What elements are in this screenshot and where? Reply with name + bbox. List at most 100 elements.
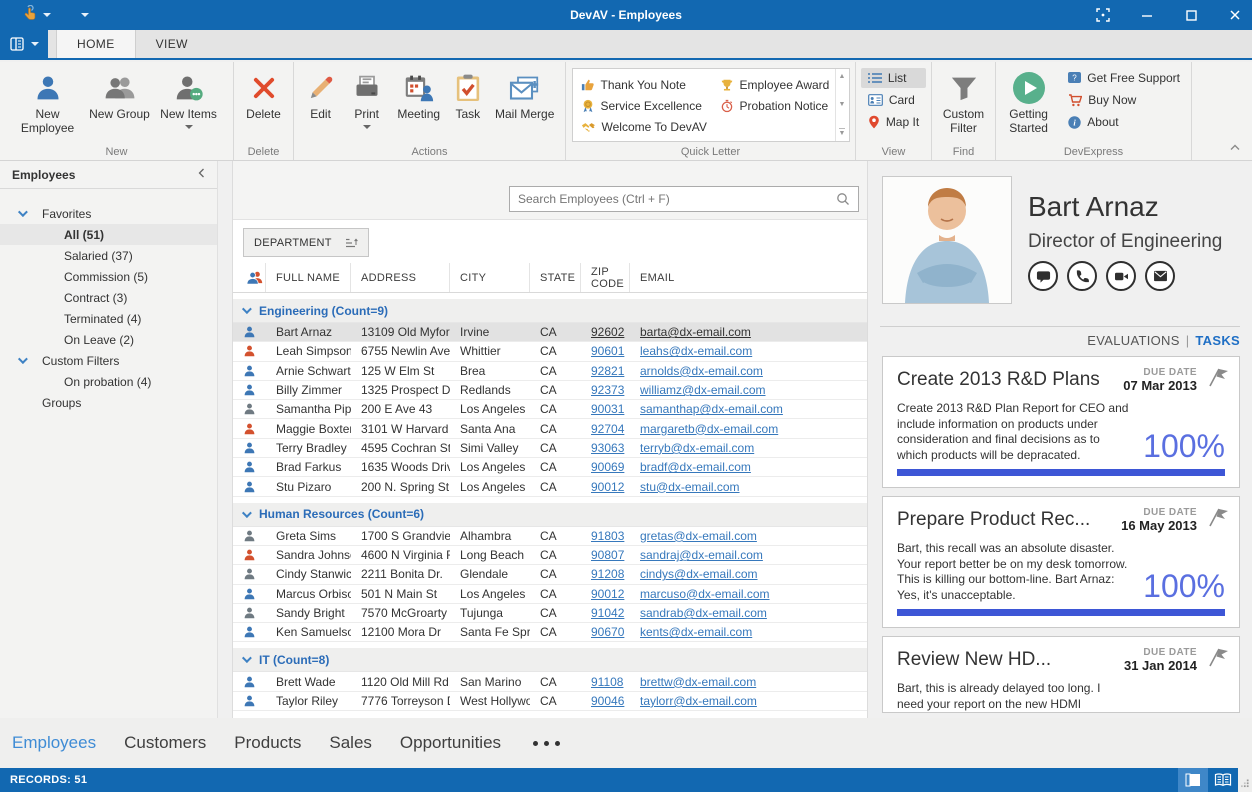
meeting-button[interactable]: Meeting	[390, 66, 447, 122]
column-header-zip-code[interactable]: ZIP CODE	[581, 263, 630, 292]
employee-row[interactable]: Stu Pizaro200 N. Spring StLos AngelesCA9…	[233, 477, 867, 496]
sidebar-item-all-51[interactable]: All (51)	[0, 224, 217, 245]
zip-link[interactable]: 90807	[591, 548, 624, 562]
email-link[interactable]: marcuso@dx-email.com	[640, 587, 770, 601]
sidebar-item-on-probation-4[interactable]: On probation (4)	[0, 371, 217, 392]
email-link[interactable]: arnolds@dx-email.com	[640, 364, 763, 378]
call-button[interactable]	[1067, 261, 1097, 291]
buy-now-button[interactable]: Buy Now	[1061, 90, 1187, 110]
email-link[interactable]: taylorr@dx-email.com	[640, 694, 757, 708]
fullscreen-icon[interactable]	[1094, 6, 1112, 24]
sidebar-item-contract-3[interactable]: Contract (3)	[0, 287, 217, 308]
maximize-icon[interactable]	[1182, 6, 1200, 24]
column-header-full-name[interactable]: FULL NAME	[266, 263, 351, 292]
employee-row[interactable]: Sandy Bright7570 McGroarty TerTujungaCA9…	[233, 604, 867, 623]
edit-button[interactable]: Edit	[298, 66, 343, 122]
zip-link[interactable]: 90046	[591, 694, 624, 708]
close-icon[interactable]	[1226, 6, 1244, 24]
employee-row[interactable]: Brad Farkus1635 Woods DriveLos AngelesCA…	[233, 458, 867, 477]
custom-filter-button[interactable]: Custom Filter	[936, 66, 991, 136]
mail-merge-button[interactable]: Mail Merge	[488, 66, 561, 122]
email-link[interactable]: kents@dx-email.com	[640, 625, 752, 639]
new-items-button[interactable]: New Items	[155, 66, 223, 129]
group-row[interactable]: IT (Count=8)	[233, 648, 867, 672]
welcome-to-devav-item[interactable]: Welcome To DevAV	[581, 116, 716, 137]
email-link[interactable]: stu@dx-email.com	[640, 480, 740, 494]
tab-evaluations[interactable]: EVALUATIONS	[1087, 333, 1179, 348]
employee-row[interactable]: Leah Simpson6755 Newlin AveWhittierCA906…	[233, 342, 867, 361]
list-view-button[interactable]: List	[861, 68, 926, 88]
probation-notice-item[interactable]: Probation Notice	[720, 95, 845, 116]
employee-row[interactable]: Marcus Orbison501 N Main StLos AngelesCA…	[233, 585, 867, 604]
zip-link[interactable]: 90012	[591, 587, 624, 601]
email-link[interactable]: brettw@dx-email.com	[640, 675, 756, 689]
chevron-down-icon[interactable]	[242, 654, 252, 664]
sidebar-item-custom-filters[interactable]: Custom Filters	[0, 350, 217, 371]
employee-row[interactable]: Ken Samuelson12100 Mora DrSanta Fe Sprin…	[233, 623, 867, 642]
employee-row[interactable]: Sandra Johnson4600 N Virginia Rd.Long Be…	[233, 546, 867, 565]
column-header-state[interactable]: STATE	[530, 263, 581, 292]
more-modules-icon[interactable]	[533, 741, 560, 746]
get-free-support-button[interactable]: ? Get Free Support	[1061, 68, 1187, 88]
zip-link[interactable]: 90031	[591, 402, 624, 416]
new-employee-button[interactable]: New Employee	[11, 66, 85, 136]
task-card[interactable]: Review New HD...DUE DATE31 Jan 2014Bart,…	[882, 636, 1240, 713]
sidebar-item-on-leave-2[interactable]: On Leave (2)	[0, 329, 217, 350]
module-tab-customers[interactable]: Customers	[124, 733, 206, 753]
thank-you-note-item[interactable]: Thank You Note	[581, 74, 716, 95]
email-link[interactable]: sandrab@dx-email.com	[640, 606, 767, 620]
zip-link[interactable]: 92821	[591, 364, 624, 378]
getting-started-button[interactable]: Getting Started	[1000, 66, 1057, 136]
employee-row[interactable]: Terry Bradley4595 Cochran StSimi ValleyC…	[233, 439, 867, 458]
zip-link[interactable]: 92602	[591, 325, 624, 339]
employee-row[interactable]: Bart Arnaz13109 Old Myford RdIrvineCA926…	[233, 323, 867, 342]
group-by-department-button[interactable]: DEPARTMENT	[243, 228, 369, 257]
employee-row[interactable]: Arnie Schwartz125 W Elm StBreaCA92821arn…	[233, 362, 867, 381]
email-link[interactable]: barta@dx-email.com	[640, 325, 751, 339]
chevron-down-icon[interactable]	[18, 354, 28, 364]
column-header-address[interactable]: ADDRESS	[351, 263, 450, 292]
tab-view[interactable]: VIEW	[136, 30, 208, 58]
group-row[interactable]: Engineering (Count=9)	[233, 299, 867, 323]
email-link[interactable]: sandraj@dx-email.com	[640, 548, 763, 562]
zip-link[interactable]: 90069	[591, 460, 624, 474]
chevron-down-icon[interactable]	[18, 207, 28, 217]
email-link[interactable]: leahs@dx-email.com	[640, 344, 752, 358]
sidebar-item-favorites[interactable]: Favorites	[0, 203, 217, 224]
column-header-email[interactable]: EMAIL	[630, 263, 867, 292]
about-button[interactable]: i About	[1061, 112, 1187, 132]
email-link[interactable]: bradf@dx-email.com	[640, 460, 751, 474]
zip-link[interactable]: 91803	[591, 529, 624, 543]
employee-row[interactable]: Maggie Boxter3101 W Harvard StSanta AnaC…	[233, 419, 867, 438]
module-tab-products[interactable]: Products	[234, 733, 301, 753]
employee-row[interactable]: Taylor Riley7776 Torreyson DrWest Hollyw…	[233, 692, 867, 711]
chat-button[interactable]	[1028, 261, 1058, 291]
sidebar-item-salaried-37[interactable]: Salaried (37)	[0, 245, 217, 266]
employee-type-column-header[interactable]	[233, 263, 266, 292]
sidebar-item-terminated-4[interactable]: Terminated (4)	[0, 308, 217, 329]
search-input[interactable]	[518, 192, 836, 206]
employee-row[interactable]: Billy Zimmer1325 Prospect DrRedlandsCA92…	[233, 381, 867, 400]
video-call-button[interactable]	[1106, 261, 1136, 291]
zip-link[interactable]: 92373	[591, 383, 624, 397]
map-it-button[interactable]: Map It	[861, 112, 926, 132]
email-link[interactable]: terryb@dx-email.com	[640, 441, 754, 455]
zip-link[interactable]: 90670	[591, 625, 624, 639]
zip-link[interactable]: 93063	[591, 441, 624, 455]
module-tab-opportunities[interactable]: Opportunities	[400, 733, 501, 753]
resize-grip[interactable]	[1238, 768, 1252, 792]
task-card[interactable]: Create 2013 R&D PlansDUE DATE07 Mar 2013…	[882, 356, 1240, 488]
search-box[interactable]	[509, 186, 859, 212]
task-card[interactable]: Prepare Product Rec...DUE DATE16 May 201…	[882, 496, 1240, 628]
email-link[interactable]: williamz@dx-email.com	[640, 383, 766, 397]
tab-home[interactable]: HOME	[56, 30, 136, 58]
employee-row[interactable]: Samantha Piper200 E Ave 43Los AngelesCA9…	[233, 400, 867, 419]
sidebar-item-groups[interactable]: Groups	[0, 392, 217, 413]
ribbon-collapse-icon[interactable]	[1230, 142, 1240, 154]
column-header-city[interactable]: CITY	[450, 263, 530, 292]
email-link[interactable]: cindys@dx-email.com	[640, 567, 758, 581]
zip-link[interactable]: 92704	[591, 422, 624, 436]
email-button[interactable]	[1145, 261, 1175, 291]
app-menu-button[interactable]	[0, 30, 48, 58]
module-tab-sales[interactable]: Sales	[329, 733, 372, 753]
